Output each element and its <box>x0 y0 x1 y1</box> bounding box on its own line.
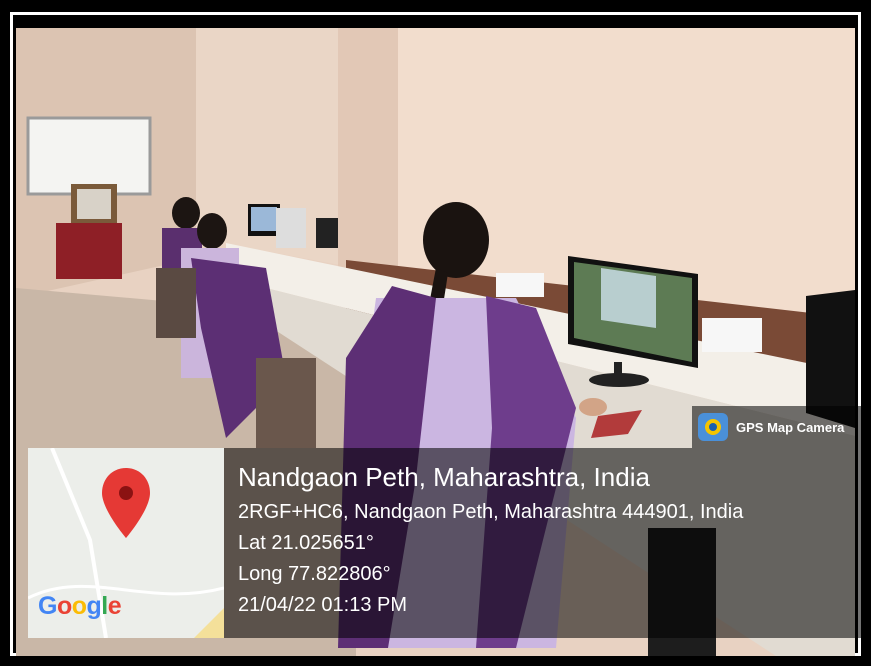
mini-map: Google <box>28 448 224 638</box>
datetime-line: 21/04/22 01:13 PM <box>238 594 408 616</box>
longitude-line: Long 77.822806° <box>238 563 391 585</box>
location-info-panel: Nandgaon Peth, Maharashtra, India 2RGF+H… <box>224 448 861 638</box>
address-line: 2RGF+HC6, Nandgaon Peth, Maharashtra 444… <box>238 501 744 523</box>
google-logo: Google <box>38 592 122 620</box>
location-marker-icon <box>102 468 150 538</box>
map-pin-camera-icon <box>698 413 728 441</box>
app-name-label: GPS Map Camera <box>736 419 845 435</box>
latitude-line: Lat 21.025651° <box>238 532 374 554</box>
location-title: Nandgaon Peth, Maharashtra, India <box>238 462 650 492</box>
gps-map-camera-badge: GPS Map Camera <box>692 406 861 448</box>
